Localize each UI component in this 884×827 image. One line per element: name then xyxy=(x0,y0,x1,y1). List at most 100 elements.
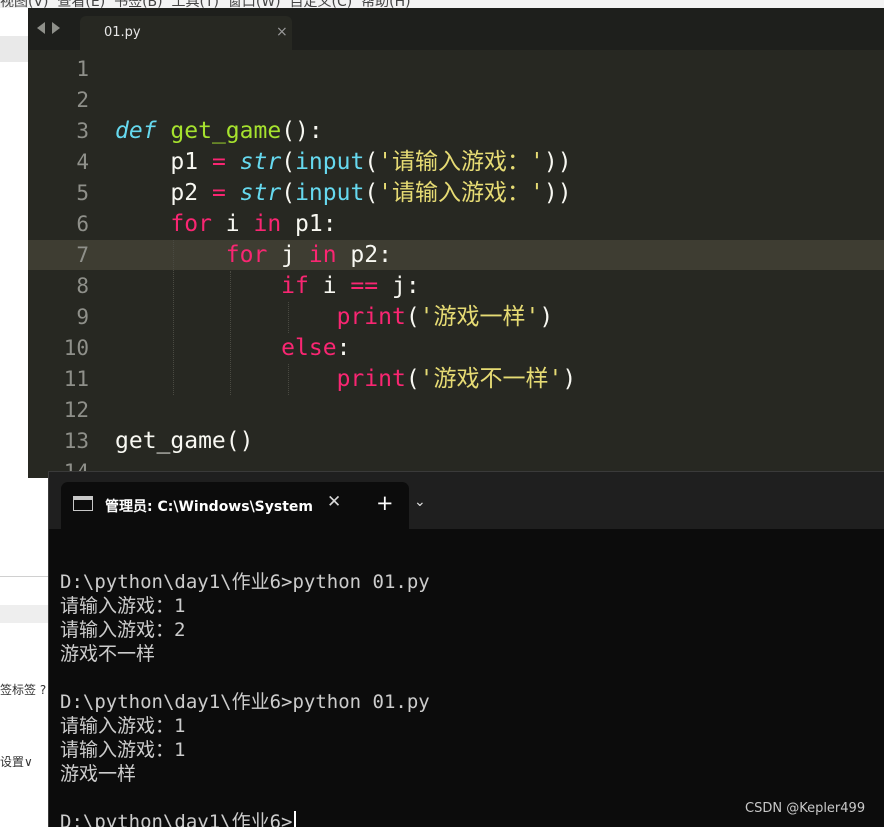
code-token: for xyxy=(170,211,212,237)
code-token: i xyxy=(308,273,351,299)
code-token: ( xyxy=(405,304,420,330)
background-page-strip xyxy=(0,605,50,623)
new-tab-button[interactable]: + xyxy=(376,491,394,515)
code-token: input xyxy=(295,149,365,175)
line-number: 12 xyxy=(63,398,89,422)
line-number: 6 xyxy=(76,212,89,236)
terminal-line: 请输入游戏：2 xyxy=(60,619,186,641)
code-line[interactable]: else: xyxy=(115,333,350,364)
indent-guide xyxy=(230,271,232,395)
terminal-line: 请输入游戏：1 xyxy=(60,739,186,761)
terminal-tab[interactable]: 管理员: C:\Windows\System32\cmd.exe ✕ xyxy=(61,482,409,529)
terminal-line: 游戏不一样 xyxy=(60,643,156,665)
code-token: p2: xyxy=(336,242,392,268)
code-token: p1 xyxy=(115,149,212,175)
code-line[interactable]: for i in p1: xyxy=(115,209,337,240)
code-token: )) xyxy=(543,149,572,175)
code-line[interactable]: for j in p2: xyxy=(115,240,392,271)
code-token: ( xyxy=(281,149,296,175)
code-line[interactable]: def get_game(): xyxy=(115,116,323,147)
code-token: print xyxy=(336,304,406,330)
background-setting-label[interactable]: 设置∨ xyxy=(0,753,33,770)
code-token: if xyxy=(281,273,309,299)
code-token: j xyxy=(267,242,309,268)
terminal-icon-bar xyxy=(74,497,92,500)
code-token: = xyxy=(211,149,226,175)
line-number: 1 xyxy=(76,57,89,81)
code-token: p1: xyxy=(281,211,337,237)
background-page-bottom xyxy=(0,796,50,826)
code-line[interactable]: print('游戏一样') xyxy=(115,302,554,333)
code-token: '游戏不一样' xyxy=(419,366,563,392)
line-number: 9 xyxy=(76,305,89,329)
line-number: 5 xyxy=(76,181,89,205)
code-line[interactable]: p2 = str(input('请输入游戏：')) xyxy=(115,178,572,209)
code-token: )) xyxy=(543,180,572,206)
menu-bar-text: 视图(V) 查看(E) 书签(B) 工具(T) 窗口(W) 自定义(C) 帮助(… xyxy=(0,0,411,8)
indent-guide xyxy=(287,302,289,333)
code-token: input xyxy=(295,180,365,206)
background-tag-label[interactable]: 签标签 ? xyxy=(0,681,46,698)
line-number: 7 xyxy=(76,243,89,267)
code-token: get_game xyxy=(170,118,282,144)
code-token: j: xyxy=(378,273,420,299)
code-token: in xyxy=(308,242,337,268)
tab-scroll-right-icon[interactable] xyxy=(52,22,60,34)
code-token: ) xyxy=(539,304,554,330)
line-number: 13 xyxy=(63,429,89,453)
line-number: 10 xyxy=(63,336,89,360)
background-page-divider xyxy=(0,576,50,577)
background-page xyxy=(0,8,28,826)
code-token: ( xyxy=(364,180,379,206)
code-token: in xyxy=(253,211,282,237)
line-number: 8 xyxy=(76,274,89,298)
terminal-line: D:\python\day1\作业6>python 01.py xyxy=(60,691,430,713)
code-line[interactable]: if i == j: xyxy=(115,271,420,302)
chevron-down-icon[interactable]: ⌄ xyxy=(414,494,426,510)
code-line[interactable]: print('游戏不一样') xyxy=(115,364,577,395)
watermark: CSDN @Kepler499 xyxy=(745,801,866,816)
editor-window: 01.py × 1 2 3 def get_game(): 4 p1 = str(inp… xyxy=(28,8,884,478)
terminal-window[interactable]: 管理员: C:\Windows\System32\cmd.exe ✕ + ⌄ D… xyxy=(48,471,884,827)
text-cursor xyxy=(294,811,296,827)
indent-guide xyxy=(172,240,174,395)
code-token: else xyxy=(281,335,337,361)
code-token: p2 xyxy=(115,180,212,206)
terminal-line: 请输入游戏：1 xyxy=(60,595,186,617)
line-number: 4 xyxy=(76,150,89,174)
tab-scroll-left-icon[interactable] xyxy=(37,22,45,34)
code-token: (): xyxy=(281,118,323,144)
code-token: str xyxy=(239,149,282,175)
editor-tab-bar: 01.py × xyxy=(28,8,884,50)
code-token: : xyxy=(336,335,351,361)
terminal-line: 请输入游戏：1 xyxy=(60,715,186,737)
code-token: str xyxy=(239,180,282,206)
code-token: '请输入游戏：' xyxy=(378,149,544,175)
code-token: for xyxy=(225,242,268,268)
terminal-line: D:\python\day1\作业6> xyxy=(60,811,293,827)
menu-bar-strip: 视图(V) 查看(E) 书签(B) 工具(T) 窗口(W) 自定义(C) 帮助(… xyxy=(0,0,884,8)
code-token: ( xyxy=(281,180,296,206)
code-token: ( xyxy=(364,149,379,175)
code-token: '请输入游戏：' xyxy=(378,180,544,206)
editor-tab-label: 01.py xyxy=(104,25,141,40)
line-number: 2 xyxy=(76,88,89,112)
close-icon[interactable]: ✕ xyxy=(327,492,341,512)
code-token: = xyxy=(211,180,226,206)
code-token: i xyxy=(211,211,254,237)
code-line[interactable]: get_game() xyxy=(115,426,253,457)
terminal-tab-bar: 管理员: C:\Windows\System32\cmd.exe ✕ + ⌄ xyxy=(49,472,884,529)
terminal-icon xyxy=(73,496,93,511)
close-icon[interactable]: × xyxy=(276,24,288,40)
editor-tab[interactable]: 01.py × xyxy=(80,16,292,50)
code-token: get_game() xyxy=(115,428,254,454)
background-page-bar xyxy=(0,36,28,62)
code-line[interactable]: p1 = str(input('请输入游戏：')) xyxy=(115,147,572,178)
